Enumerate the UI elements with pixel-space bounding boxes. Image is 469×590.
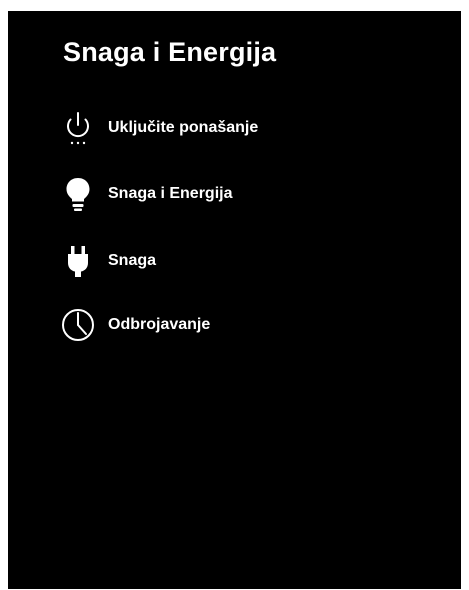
menu-item-power-and-energy[interactable]: Snaga i Energija xyxy=(58,174,378,214)
lightbulb-icon xyxy=(58,174,98,214)
menu-item-label: Odbrojavanje xyxy=(108,316,211,333)
menu-item-label: Snaga i Energija xyxy=(108,185,233,202)
power-plug-icon xyxy=(58,241,98,281)
clock-icon xyxy=(58,305,98,345)
menu-item-label: Uključite ponašanje xyxy=(108,119,259,136)
menu-item-power-on-behaviour[interactable]: Uključite ponašanje xyxy=(58,108,378,148)
menu-item-power[interactable]: Snaga xyxy=(58,241,378,281)
page-title: Snaga i Energija xyxy=(63,37,277,67)
menu-item-countdown[interactable]: Odbrojavanje xyxy=(58,305,378,345)
power-standby-icon xyxy=(58,108,98,148)
menu-item-label: Snaga xyxy=(108,252,157,269)
settings-panel: Snaga i Energija Uključite ponašanje Sna… xyxy=(8,11,461,589)
